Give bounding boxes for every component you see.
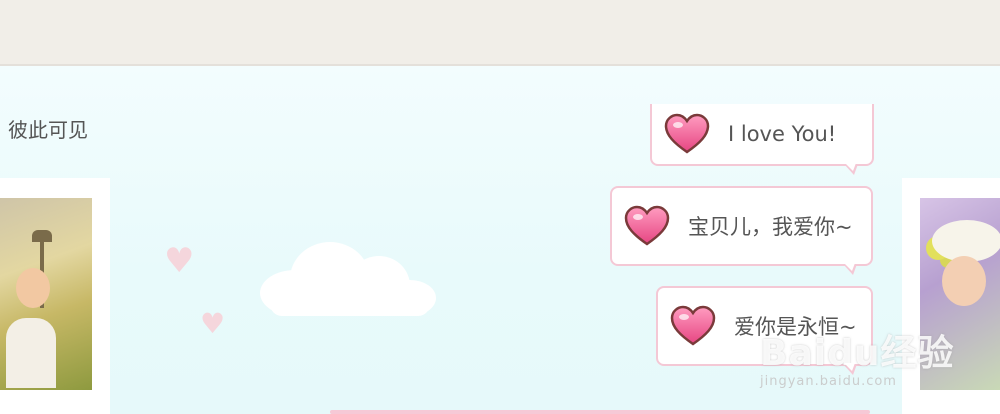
bottom-strip xyxy=(330,410,870,414)
message-bubble[interactable]: 宝贝儿，我爱你~ xyxy=(610,186,873,275)
cloud-decoration xyxy=(260,236,436,316)
faint-heart-icon: ♥ xyxy=(164,241,195,281)
message-bubble[interactable]: I love You! xyxy=(650,104,874,175)
message-text: I love You! xyxy=(728,122,837,146)
watermark-url: jingyan.baidu.com xyxy=(760,374,897,389)
top-bar xyxy=(0,0,1000,66)
baidu-watermark: Baidu经验 jingyan.baidu.com xyxy=(760,324,954,389)
photo-left-image xyxy=(0,198,92,390)
heart-icon xyxy=(670,305,716,346)
photo-left[interactable] xyxy=(0,178,110,414)
message-text: 宝贝儿，我爱你~ xyxy=(688,215,853,239)
faint-heart-icon: ♥ xyxy=(200,307,226,340)
visibility-label[interactable]: 彼此可见 xyxy=(8,114,88,143)
chat-panel: 彼此可见 ♥ ♥ I love You! 宝贝儿，我爱你~ 爱你是永恒~ Bai… xyxy=(0,66,1000,414)
heart-icon xyxy=(664,113,710,154)
heart-icon xyxy=(624,205,670,246)
watermark-logo: Baidu经验 xyxy=(760,333,955,374)
